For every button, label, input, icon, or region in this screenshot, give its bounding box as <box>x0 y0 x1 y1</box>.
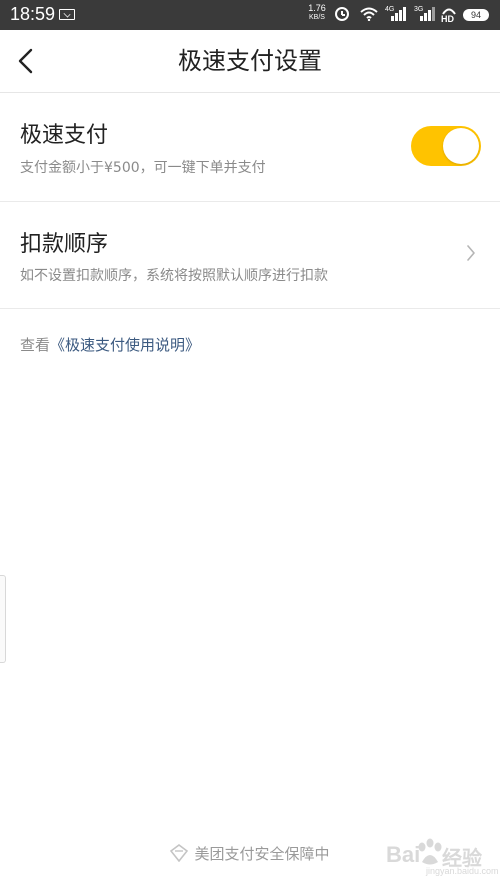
toggle-knob <box>443 128 479 164</box>
network-speed-unit: KB/S <box>309 14 325 21</box>
signal-3g-icon: 3G <box>414 6 436 21</box>
help-text: 查看《极速支付使用说明》 <box>20 334 200 355</box>
navigation-header: 极速支付设置 <box>0 30 500 93</box>
baidu-jingyan-watermark: Bai 经验 jingyan.baidu.com <box>386 836 499 880</box>
network-speed-value: 1.76 <box>308 3 326 13</box>
message-notification-icon <box>59 9 75 20</box>
fast-pay-title: 极速支付 <box>20 123 109 148</box>
fast-pay-instructions-link[interactable]: 《极速支付使用说明》 <box>50 336 200 354</box>
watermark-url: jingyan.baidu.com <box>426 866 499 876</box>
page-title: 极速支付设置 <box>178 47 322 75</box>
fast-pay-toggle[interactable] <box>411 126 481 166</box>
status-bar: 18:59 1.76 KB/S 4G 3G HD 94 <box>0 0 500 30</box>
signal-4g-icon: 4G <box>385 6 407 21</box>
network-speed: 1.76 KB/S <box>306 3 328 23</box>
battery-icon: 94 <box>463 9 489 21</box>
signal-4g-label: 4G <box>385 6 395 13</box>
wifi-icon <box>360 7 378 21</box>
deduction-order-title: 扣款顺序 <box>20 232 109 257</box>
help-prefix: 查看 <box>20 336 51 354</box>
security-diamond-icon <box>170 844 189 862</box>
status-time: 18:59 <box>10 4 56 24</box>
hd-label: HD <box>441 14 454 24</box>
battery-level: 94 <box>470 10 481 20</box>
hd-call-icon: HD <box>441 7 457 24</box>
chevron-right-icon <box>467 245 475 261</box>
settings-row-deduction-order[interactable]: 扣款顺序 如不设置扣款顺序，系统将按照默认顺序进行扣款 <box>0 202 500 309</box>
deduction-order-description: 如不设置扣款顺序，系统将按照默认顺序进行扣款 <box>20 268 328 284</box>
fast-pay-description: 支付金额小于¥500，可一键下单并支付 <box>20 160 266 176</box>
security-footer-text: 美团支付安全保障中 <box>194 845 330 863</box>
signal-3g-label: 3G <box>414 6 424 13</box>
settings-row-fast-pay: 极速支付 支付金额小于¥500，可一键下单并支付 <box>0 93 500 202</box>
alarm-icon <box>335 7 349 21</box>
side-drawer-handle[interactable] <box>0 575 6 663</box>
